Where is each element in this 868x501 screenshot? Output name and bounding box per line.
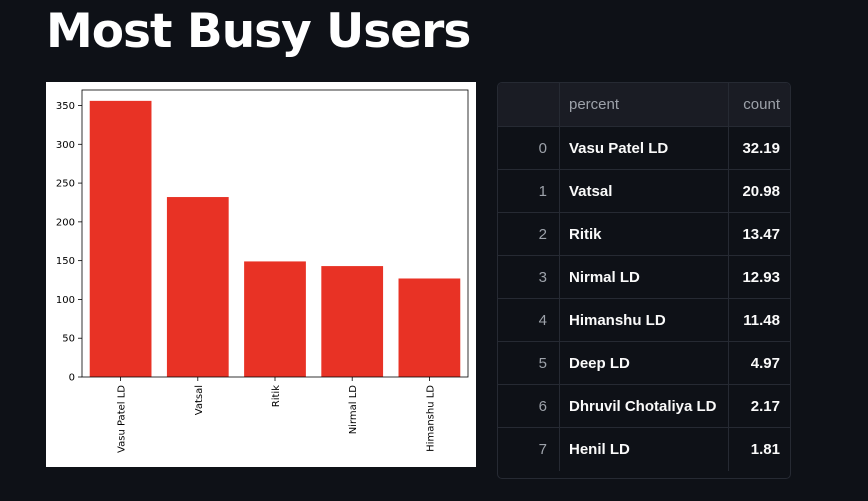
page-title: Most Busy Users xyxy=(46,4,471,59)
table-cell-name: Vasu Patel LD xyxy=(560,127,729,170)
data-table-grid: percent count 0 Vasu Patel LD 32.19 1 Vatsal 20… xyxy=(498,83,790,471)
table-row-index: 5 xyxy=(498,342,560,385)
bar-chart: Vasu Patel LD Vatsal Ritik Nirmal LD Himansh… xyxy=(46,82,476,467)
table-row-index: 3 xyxy=(498,256,560,299)
x-tick-label: Vasu Patel LD xyxy=(117,385,128,453)
y-tick-label: 350 xyxy=(56,101,75,112)
x-tick-label: Ritik xyxy=(271,385,282,407)
x-tick-label: Vatsal xyxy=(194,385,205,415)
table-row-index: 6 xyxy=(498,385,560,428)
table-cell-name: Dhruvil Chotaliya LD xyxy=(560,385,729,428)
y-tick-label: 200 xyxy=(56,217,75,228)
table-cell-name: Himanshu LD xyxy=(560,299,729,342)
chart-bar xyxy=(166,197,229,377)
table-cell-value: 4.97 xyxy=(729,342,790,385)
table-row-index: 1 xyxy=(498,170,560,213)
table-row-index: 7 xyxy=(498,428,560,471)
y-tick-label: 300 xyxy=(56,140,75,151)
table-cell-name: Nirmal LD xyxy=(560,256,729,299)
y-tick-label: 50 xyxy=(62,334,75,345)
table-cell-value: 2.17 xyxy=(729,385,790,428)
table-row-index: 4 xyxy=(498,299,560,342)
chart-bar xyxy=(244,261,306,377)
table-cell-name: Ritik xyxy=(560,213,729,256)
table-cell-value: 13.47 xyxy=(729,213,790,256)
table-cell-value: 12.93 xyxy=(729,256,790,299)
table-cell-name: Deep LD xyxy=(560,342,729,385)
table-cell-value: 11.48 xyxy=(729,299,790,342)
y-tick-label: 0 xyxy=(69,373,75,384)
x-tick-label: Nirmal LD xyxy=(348,385,359,435)
chart-bar xyxy=(398,278,461,377)
y-tick-label: 100 xyxy=(56,295,75,306)
table-header-index xyxy=(498,83,560,127)
table-cell-value: 20.98 xyxy=(729,170,790,213)
table-row-index: 2 xyxy=(498,213,560,256)
y-tick-label: 150 xyxy=(56,256,75,267)
x-tick-label: Himanshu LD xyxy=(425,385,436,452)
table-cell-value: 32.19 xyxy=(729,127,790,170)
table-cell-name: Henil LD xyxy=(560,428,729,471)
table-header-count[interactable]: count xyxy=(729,83,790,127)
y-tick-label: 250 xyxy=(56,179,75,190)
table-cell-name: Vatsal xyxy=(560,170,729,213)
chart-bar xyxy=(89,100,152,377)
table-cell-value: 1.81 xyxy=(750,441,780,458)
table-header-percent[interactable]: percent xyxy=(560,83,729,127)
chart-bar xyxy=(321,266,384,377)
data-table[interactable]: percent count 0 Vasu Patel LD 32.19 1 Vatsal 20… xyxy=(497,82,791,479)
bar-chart-svg: Vasu Patel LD Vatsal Ritik Nirmal LD Himansh… xyxy=(56,89,469,453)
table-row-index: 0 xyxy=(498,127,560,170)
